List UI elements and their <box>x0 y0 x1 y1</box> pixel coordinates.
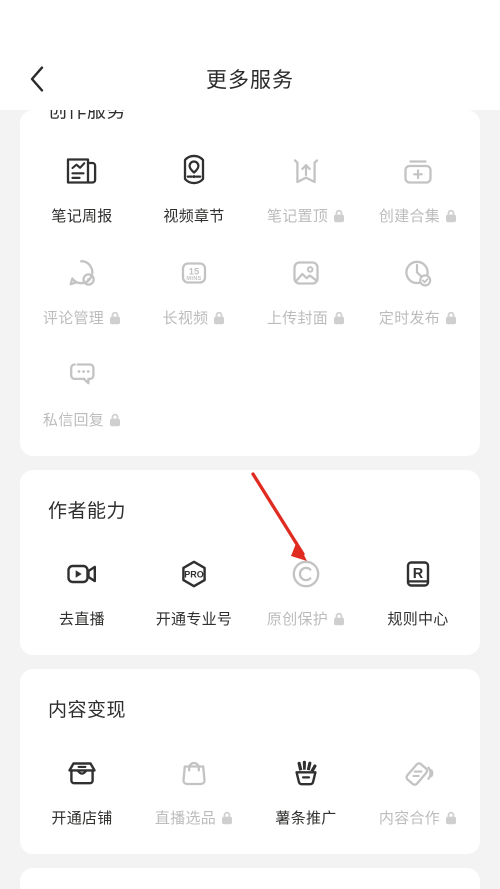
services-grid-creation: 笔记周报 视频章节 笔记置顶 创建合集 评论管理 15 MINS 长视频 上传封… <box>26 124 474 440</box>
rule-book-icon: R <box>395 551 441 597</box>
service-item-open-shop[interactable]: 开通店铺 <box>26 736 138 838</box>
lock-icon <box>110 311 121 324</box>
page-title: 更多服务 <box>206 69 294 92</box>
service-item-note-weekly-report[interactable]: 笔记周报 <box>26 134 138 236</box>
shopping-bag-icon <box>171 750 217 796</box>
lock-icon <box>110 413 121 426</box>
lock-icon <box>222 811 233 824</box>
service-item-rule-center[interactable]: R 规则中心 <box>362 537 474 639</box>
scheduled-publish-icon <box>395 250 441 296</box>
service-label: 笔记置顶 <box>267 205 345 226</box>
pin-note-icon <box>283 148 329 194</box>
service-label: 内容合作 <box>379 807 457 828</box>
lock-icon <box>214 311 225 324</box>
service-label: 定时发布 <box>379 307 457 328</box>
service-label: 原创保护 <box>267 608 345 629</box>
service-item-create-collection[interactable]: 创建合集 <box>362 134 474 236</box>
service-item-video-chapters[interactable]: 视频章节 <box>138 134 250 236</box>
service-label: 开通店铺 <box>51 810 113 827</box>
service-label: 薯条推广 <box>275 810 337 827</box>
report-chart-icon <box>59 148 105 194</box>
lock-icon <box>446 209 457 222</box>
service-item-long-video[interactable]: 15 MINS 长视频 <box>138 236 250 338</box>
service-label: 视频章节 <box>163 208 225 225</box>
services-grid-author: 去直播 PRO 开通专业号 原创保护 R 规则中心 <box>26 527 474 639</box>
content-tag-icon <box>395 750 441 796</box>
section-card-next-peek <box>20 868 480 889</box>
section-title-content-monetization: 内容变现 <box>48 700 127 721</box>
badge-bottom-text: MINS <box>186 276 201 282</box>
copyright-icon <box>283 551 329 597</box>
service-label: 长视频 <box>163 307 226 328</box>
section-card-creation-services: 创作服务 笔记周报 视频章节 笔记置顶 创建合集 评论管理 15 MINS 长视… <box>20 110 480 456</box>
lock-icon <box>334 311 345 324</box>
section-card-content-monetization: 内容变现 开通店铺 直播选品 薯条推广 内容合作 <box>20 669 480 854</box>
services-scroll-area[interactable]: 创作服务 笔记周报 视频章节 笔记置顶 创建合集 评论管理 15 MINS 长视… <box>0 110 500 889</box>
fifteen-mins-icon: 15 MINS <box>171 250 217 296</box>
services-grid-monetization: 开通店铺 直播选品 薯条推广 内容合作 <box>26 726 474 838</box>
service-item-content-collaboration[interactable]: 内容合作 <box>362 736 474 838</box>
service-item-dm-reply[interactable]: 私信回复 <box>26 338 138 440</box>
service-item-scheduled-publish[interactable]: 定时发布 <box>362 236 474 338</box>
lock-icon <box>446 311 457 324</box>
status-bar <box>0 0 500 48</box>
live-camera-icon <box>59 551 105 597</box>
service-label: 上传封面 <box>267 307 345 328</box>
service-label: 创建合集 <box>379 205 457 226</box>
service-label: 私信回复 <box>43 409 121 430</box>
navigation-bar: 更多服务 <box>0 48 500 110</box>
french-fries-icon <box>283 750 329 796</box>
service-label: 直播选品 <box>155 807 233 828</box>
lock-icon <box>446 811 457 824</box>
pro-badge-icon: PRO <box>171 551 217 597</box>
service-item-original-protection[interactable]: 原创保护 <box>250 537 362 639</box>
upload-cover-icon <box>283 250 329 296</box>
service-item-comment-management[interactable]: 评论管理 <box>26 236 138 338</box>
dm-reply-icon <box>59 352 105 398</box>
lock-icon <box>334 612 345 625</box>
shop-icon <box>59 750 105 796</box>
section-title-author-capabilities: 作者能力 <box>48 501 127 522</box>
service-item-upload-cover[interactable]: 上传封面 <box>250 236 362 338</box>
section-card-author-capabilities: 作者能力 去直播 PRO 开通专业号 原创保护 R 规则中心 <box>20 470 480 655</box>
service-label: 笔记周报 <box>51 208 113 225</box>
service-item-pin-note[interactable]: 笔记置顶 <box>250 134 362 236</box>
section-title-clipped: 创作服务 <box>48 110 127 122</box>
create-collection-icon <box>395 148 441 194</box>
lock-icon <box>334 209 345 222</box>
service-item-fries-promotion[interactable]: 薯条推广 <box>250 736 362 838</box>
video-chapter-icon <box>171 148 217 194</box>
service-item-open-pro-account[interactable]: PRO 开通专业号 <box>138 537 250 639</box>
service-label: 开通专业号 <box>155 611 233 628</box>
service-item-live-product-selection[interactable]: 直播选品 <box>138 736 250 838</box>
service-item-go-live[interactable]: 去直播 <box>26 537 138 639</box>
comment-manage-icon <box>59 250 105 296</box>
service-label: 去直播 <box>59 611 105 628</box>
pro-badge-text: PRO <box>184 570 204 580</box>
service-label: 规则中心 <box>387 611 449 628</box>
service-label: 评论管理 <box>43 307 121 328</box>
rule-badge-text: R <box>413 566 424 582</box>
